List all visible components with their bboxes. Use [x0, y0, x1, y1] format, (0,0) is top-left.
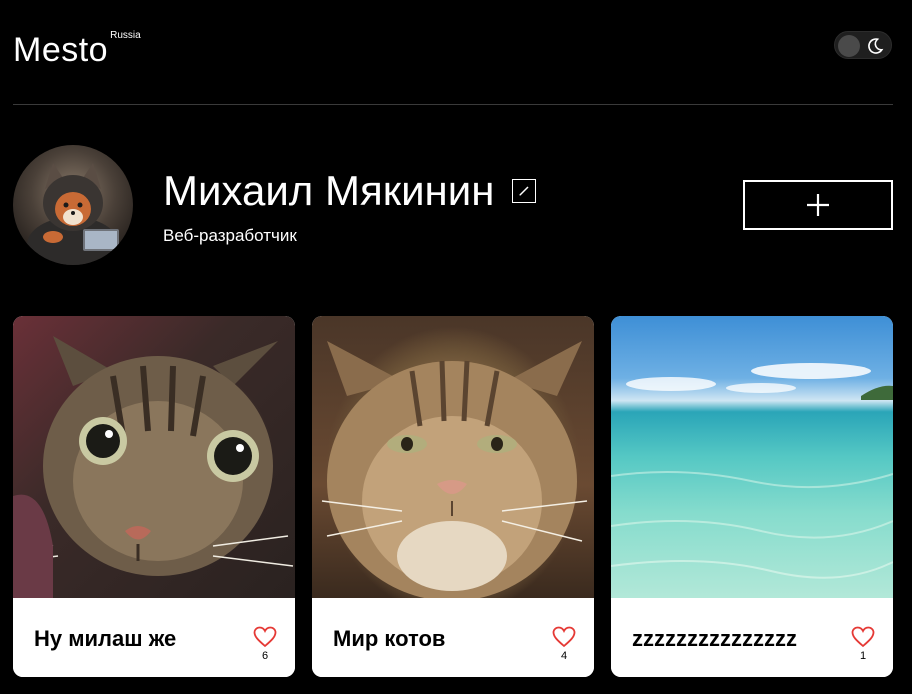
like-count: 6 — [261, 650, 269, 662]
like-group: 6 — [253, 626, 277, 663]
card-image[interactable] — [312, 316, 594, 601]
card-footer: zzzzzzzzzzzzzzz 1 — [611, 598, 893, 677]
profile-name-row: Михаил Мякинин — [163, 167, 683, 215]
page: Mesto Russia Михаил Мякинин Веб-разработ… — [0, 0, 912, 694]
profile-avatar[interactable] — [13, 145, 133, 265]
card-title: Ну милаш же — [34, 626, 177, 651]
logo-text: Mesto — [13, 31, 109, 69]
card-image[interactable] — [611, 316, 893, 598]
like-group: 4 — [552, 626, 576, 663]
card: zzzzzzzzzzzzzzz 1 — [611, 316, 893, 677]
card-image[interactable] — [13, 316, 295, 598]
like-count: 1 — [859, 650, 867, 662]
like-button[interactable] — [552, 626, 576, 648]
heart-icon — [253, 626, 277, 648]
logo-region: Russia — [110, 30, 141, 41]
kitten-photo — [13, 336, 294, 598]
pencil-icon — [519, 186, 529, 196]
theme-toggle[interactable] — [834, 31, 892, 59]
add-card-button[interactable] — [743, 180, 893, 230]
card-title: zzzzzzzzzzzzzzz — [632, 626, 797, 651]
like-button[interactable] — [253, 626, 277, 648]
card-footer: Ну милаш же 6 — [13, 598, 295, 677]
toggle-knob[interactable] — [838, 35, 860, 57]
card-footer: Мир котов 4 — [312, 598, 594, 677]
profile-about: Веб-разработчик — [163, 226, 297, 245]
edit-profile-button[interactable] — [512, 179, 537, 203]
logo[interactable]: Mesto Russia — [13, 28, 141, 72]
plus-icon — [807, 194, 829, 216]
fox-avatar-illustration — [27, 163, 119, 265]
card-title: Мир котов — [333, 626, 446, 651]
profile-name: Михаил Мякинин — [163, 167, 495, 214]
like-group: 1 — [851, 626, 875, 663]
like-count: 4 — [560, 650, 568, 662]
cat-photo — [321, 341, 588, 601]
card: Мир котов 4 — [312, 316, 594, 677]
moon-icon — [868, 38, 884, 54]
like-button[interactable] — [851, 626, 875, 648]
card-gallery: Ну милаш же 6 Мир котов 4 zzzzzzzzzzzzzz… — [13, 316, 893, 678]
profile-info: Михаил Мякинин Веб-разработчик — [163, 167, 683, 247]
header: Mesto Russia — [13, 0, 893, 105]
heart-icon — [552, 626, 576, 648]
profile: Михаил Мякинин Веб-разработчик — [13, 145, 893, 265]
heart-icon — [851, 626, 875, 648]
sea-photo — [611, 363, 893, 579]
card: Ну милаш же 6 — [13, 316, 295, 677]
